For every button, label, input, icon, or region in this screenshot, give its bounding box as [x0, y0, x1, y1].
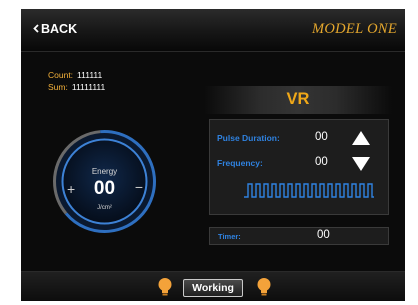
chevron-left-icon [33, 22, 39, 36]
frequency-label: Frequency: [217, 158, 263, 168]
energy-unit: J/cm² [97, 205, 112, 211]
pulse-duration-value[interactable]: 00 [315, 131, 328, 143]
sum-label: Sum: [48, 82, 68, 92]
mode-title-bar: VR [204, 86, 392, 114]
pulse-duration-label: Pulse Duration: [217, 133, 280, 143]
energy-dial: + Energy 00 J/cm² − [52, 129, 157, 234]
model-title: MODEL ONE [311, 21, 397, 37]
sum-value: 11111111 [71, 82, 106, 92]
lightbulb-icon [157, 277, 173, 301]
mode-title: VR [286, 90, 310, 108]
count-value: 111111 [77, 70, 103, 80]
device-screen: BACK MODEL ONE Count: 111111 Sum: 11111111… [21, 9, 405, 301]
timer-row: Timer: 00 [209, 227, 389, 245]
counter-stats: Count: 111111 Sum: 11111111 [48, 69, 105, 93]
lightbulb-icon [256, 277, 272, 301]
triangle-down-icon[interactable] [351, 156, 371, 177]
working-status-button[interactable]: Working [183, 279, 243, 297]
back-button[interactable]: BACK [33, 22, 77, 36]
pulse-waveform-graphic [244, 183, 374, 198]
timer-label: Timer: [218, 232, 241, 241]
energy-decrease-button[interactable]: − [135, 179, 143, 195]
top-bar: BACK MODEL ONE [21, 9, 405, 52]
settings-panel: Pulse Duration: 00 Frequency: 00 [209, 119, 389, 215]
count-label: Count: [48, 70, 74, 80]
bottom-bar: Working [21, 271, 405, 301]
energy-label: Energy [91, 167, 118, 176]
count-row: Count: 111111 [48, 69, 105, 81]
timer-value[interactable]: 00 [317, 229, 330, 241]
back-label: BACK [41, 22, 78, 36]
frequency-value[interactable]: 00 [315, 156, 328, 168]
sum-row: Sum: 11111111 [48, 81, 105, 93]
triangle-up-icon[interactable] [351, 130, 371, 151]
